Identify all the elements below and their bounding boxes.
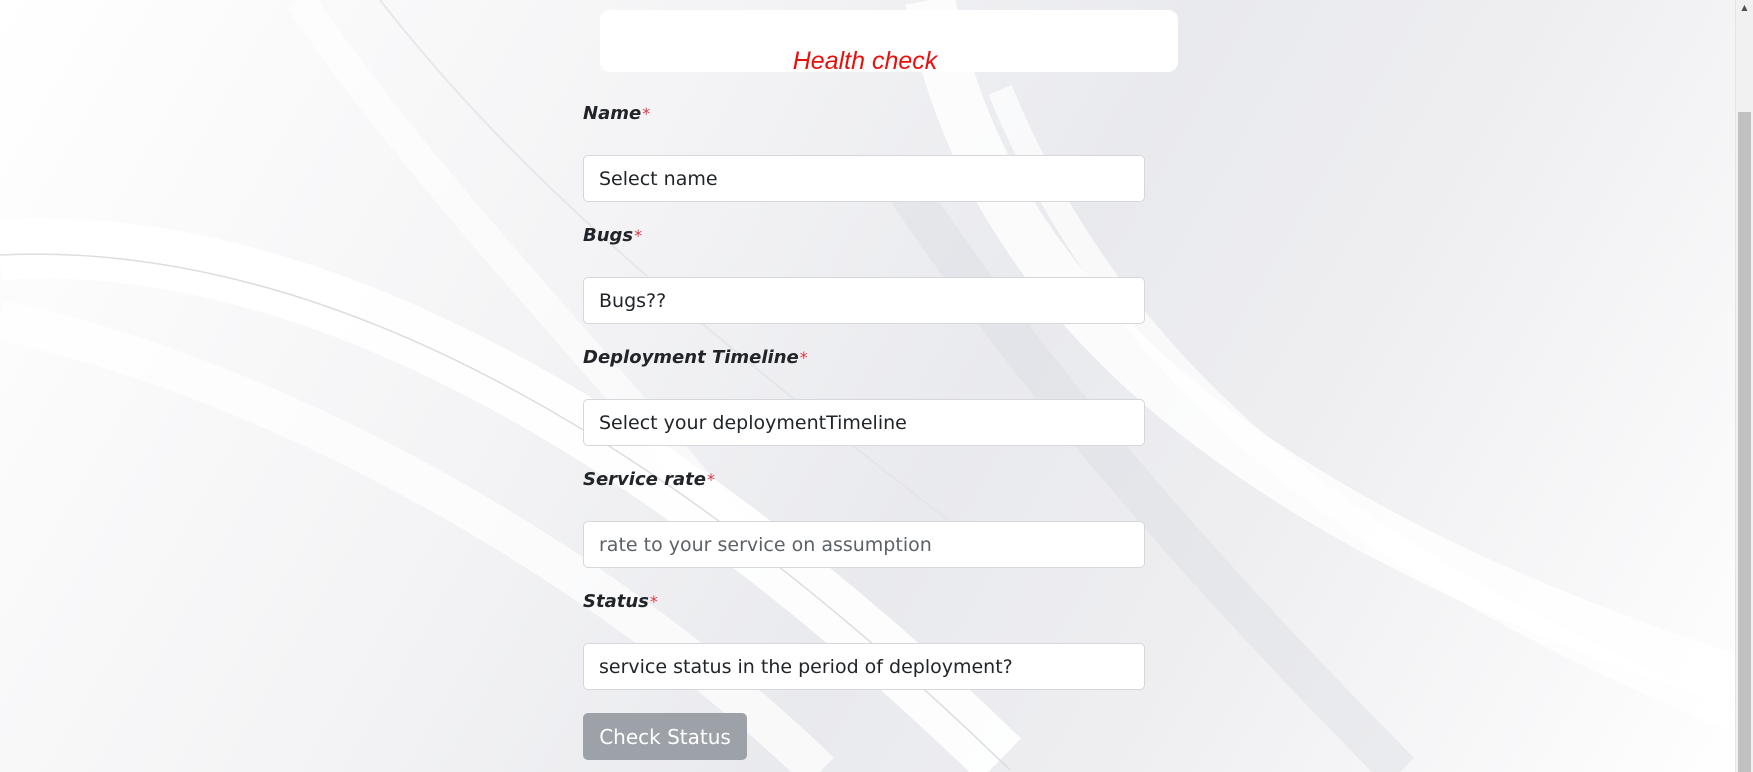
name-label-text: Name: [583, 103, 642, 124]
service-rate-label: Service rate*: [583, 466, 1145, 494]
required-marker: *: [642, 104, 651, 123]
service-rate-input[interactable]: [583, 521, 1145, 568]
health-check-form: Name* Bugs* Deployment Timeline* Service…: [583, 100, 1145, 710]
name-label: Name*: [583, 100, 1145, 128]
status-label-text: Status: [583, 591, 649, 612]
required-marker: *: [634, 226, 643, 245]
deployment-timeline-input[interactable]: [583, 399, 1145, 446]
service-rate-label-text: Service rate: [583, 469, 706, 490]
status-label: Status*: [583, 588, 1145, 616]
scrollbar-thumb[interactable]: [1738, 112, 1751, 772]
bugs-input[interactable]: [583, 277, 1145, 324]
check-status-button[interactable]: Check Status: [583, 713, 747, 760]
deployment-timeline-label: Deployment Timeline*: [583, 344, 1145, 372]
triangle-up-icon[interactable]: ▲: [1736, 0, 1753, 16]
form-title: Health check: [792, 47, 938, 75]
name-input[interactable]: [583, 155, 1145, 202]
required-marker: *: [649, 592, 658, 611]
deployment-timeline-label-text: Deployment Timeline: [583, 347, 799, 368]
bugs-label-text: Bugs: [583, 225, 634, 246]
bugs-label: Bugs*: [583, 222, 1145, 250]
page: Health check Name* Bugs* Deployment Time…: [0, 0, 1753, 772]
status-input[interactable]: [583, 643, 1145, 690]
required-marker: *: [799, 348, 808, 367]
vertical-scrollbar[interactable]: ▲: [1735, 0, 1753, 772]
required-marker: *: [706, 470, 715, 489]
